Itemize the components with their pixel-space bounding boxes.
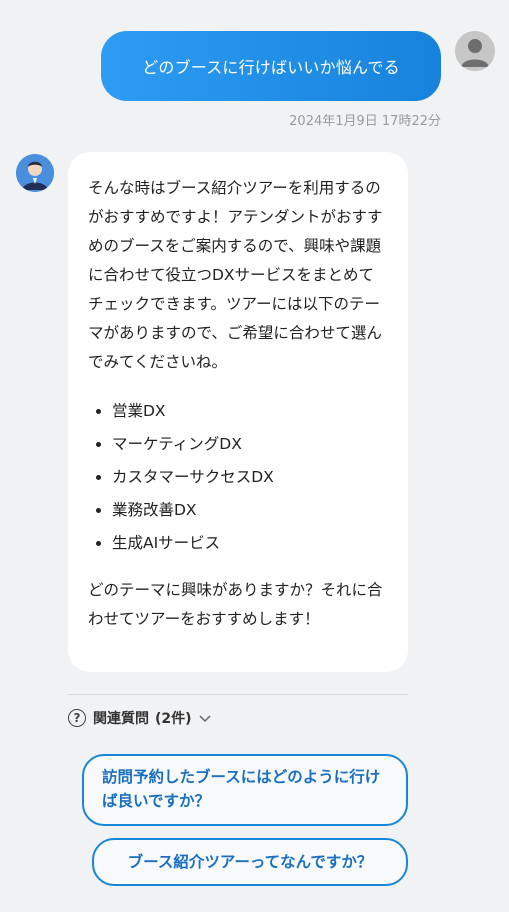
- theme-list-item: 生成AIサービス: [112, 527, 388, 560]
- user-avatar: [455, 31, 495, 71]
- attendant-avatar-icon: [16, 154, 54, 192]
- related-questions-label: 関連質問: [93, 711, 149, 727]
- question-circle-icon: ?: [68, 709, 86, 727]
- user-silhouette-icon: [455, 31, 495, 71]
- theme-list-item: 営業DX: [112, 395, 388, 428]
- related-question-text: ブース紹介ツアーってなんですか？: [127, 853, 373, 871]
- bot-avatar: [16, 154, 54, 192]
- theme-list-item: 業務改善DX: [112, 494, 388, 527]
- divider: [68, 694, 408, 695]
- bot-message-bubble: そんな時はブース紹介ツアーを利用するのがおすすめですよ！アテンダントがおすすめの…: [68, 152, 408, 672]
- related-questions-count: (2件): [155, 711, 192, 727]
- bot-message-outro: どのテーマに興味がありますか？それに合わせてツアーをおすすめします！: [88, 581, 383, 628]
- bot-message-intro: そんな時はブース紹介ツアーを利用するのがおすすめですよ！アテンダントがおすすめの…: [88, 179, 383, 371]
- user-message-text: どのブースに行けばいいか悩んでる: [142, 58, 400, 77]
- theme-list-item: マーケティングDX: [112, 428, 388, 461]
- related-question-text: 訪問予約したブースにはどのように行けば良いですか？: [102, 768, 381, 810]
- user-message-bubble: どのブースに行けばいいか悩んでる: [101, 31, 441, 101]
- message-timestamp: 2024年1月9日 17時22分: [289, 114, 441, 129]
- related-questions-toggle[interactable]: ? 関連質問 (2件): [68, 706, 212, 730]
- chevron-down-icon: [199, 715, 211, 723]
- theme-list-item: カスタマーサクセスDX: [112, 461, 388, 494]
- related-question-button[interactable]: ブース紹介ツアーってなんですか？: [92, 838, 408, 886]
- related-question-button[interactable]: 訪問予約したブースにはどのように行けば良いですか？: [82, 754, 408, 826]
- theme-list: 営業DX マーケティングDX カスタマーサクセスDX 業務改善DX 生成AIサー…: [88, 395, 388, 560]
